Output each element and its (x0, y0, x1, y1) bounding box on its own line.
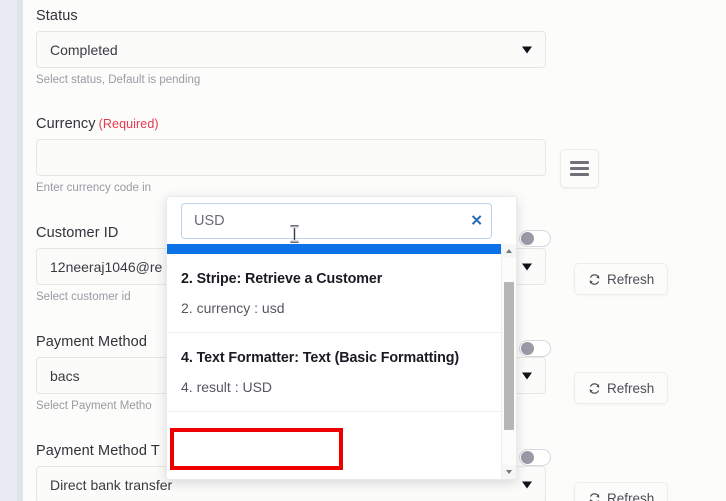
chevron-down-icon[interactable] (522, 263, 532, 270)
field-label-currency: Currency (Required) (36, 116, 546, 132)
payment-method-type-refresh-button[interactable]: Refresh (574, 482, 669, 501)
triangle-down-icon (506, 470, 512, 474)
dropdown-search-input[interactable]: USD (181, 203, 492, 239)
hamburger-icon-bar (570, 167, 589, 170)
field-label-payment-method-text: Payment Method (36, 334, 148, 350)
field-label-status: Status (36, 8, 546, 24)
refresh-icon (589, 492, 600, 501)
dropdown-section: 4. Text Formatter: Text (Basic Formattin… (167, 333, 502, 412)
chevron-down-icon[interactable] (522, 46, 532, 53)
status-help-text: Select status, Default is pending (36, 74, 201, 86)
field-label-status-text: Status (36, 8, 78, 24)
customer-id-refresh-button[interactable]: Refresh (574, 263, 669, 295)
refresh-icon (589, 273, 600, 285)
status-select-value: Completed (50, 41, 118, 58)
field-label-customer-id-text: Customer ID (36, 225, 119, 241)
customer-id-refresh-label: Refresh (607, 271, 655, 287)
currency-input[interactable] (36, 139, 546, 176)
chevron-down-icon[interactable] (522, 372, 532, 379)
currency-variable-dropdown[interactable]: USD ✕ 2. Stripe: Retrieve a Customer 2. … (166, 196, 517, 480)
refresh-icon (589, 382, 600, 394)
triangle-up-icon (506, 249, 512, 253)
toggle-knob (521, 232, 534, 245)
hamburger-icon-bar (570, 161, 589, 164)
status-select[interactable]: Completed (36, 31, 546, 68)
payment-method-refresh-button[interactable]: Refresh (574, 372, 669, 404)
toggle-knob (521, 451, 534, 464)
clear-search-icon[interactable]: ✕ (470, 214, 483, 229)
required-badge: (Required) (98, 117, 159, 131)
dropdown-search-wrap: USD ✕ (181, 203, 492, 239)
left-rail-strip (0, 0, 17, 501)
dropdown-option[interactable]: 2. currency : usd (167, 287, 502, 332)
dropdown-highlighted-row[interactable] (167, 244, 502, 254)
scroll-down-arrow-icon[interactable] (502, 465, 516, 479)
app-root: Status Completed Select status, Default … (0, 0, 726, 501)
payment-method-value: bacs (50, 367, 80, 384)
customer-id-toggle[interactable] (519, 230, 551, 247)
payment-method-type-value: Direct bank transfer (50, 476, 173, 493)
scrollbar-thumb[interactable] (504, 282, 514, 430)
currency-help-text: Enter currency code in (36, 182, 152, 194)
field-status: Status Completed Select status, Default … (36, 8, 546, 86)
payment-method-type-refresh-label: Refresh (607, 490, 655, 501)
dropdown-section: 2. Stripe: Retrieve a Customer 2. curren… (167, 254, 502, 333)
toggle-knob (521, 342, 534, 355)
dropdown-section-header: 4. Text Formatter: Text (Basic Formattin… (181, 350, 460, 366)
customer-id-value: 12neeraj1046@re (50, 258, 163, 275)
chevron-down-icon[interactable] (522, 481, 532, 488)
dropdown-results-list: 2. Stripe: Retrieve a Customer 2. curren… (167, 244, 502, 479)
scroll-up-arrow-icon[interactable] (502, 244, 516, 258)
currency-list-button[interactable] (560, 149, 599, 188)
hamburger-icon-bar (570, 173, 589, 176)
field-label-payment-method-type-text: Payment Method T (36, 443, 160, 459)
dropdown-search-value: USD (194, 213, 225, 229)
dropdown-section-header: 2. Stripe: Retrieve a Customer (181, 271, 383, 287)
field-currency: Currency (Required) Enter currency code i… (36, 116, 546, 194)
payment-method-toggle[interactable] (519, 340, 551, 357)
field-label-currency-text: Currency (36, 116, 96, 132)
dropdown-option[interactable]: 4. result : USD (167, 366, 502, 411)
payment-method-type-toggle[interactable] (519, 449, 551, 466)
dropdown-scrollbar[interactable] (501, 244, 516, 479)
payment-method-refresh-label: Refresh (607, 380, 655, 396)
